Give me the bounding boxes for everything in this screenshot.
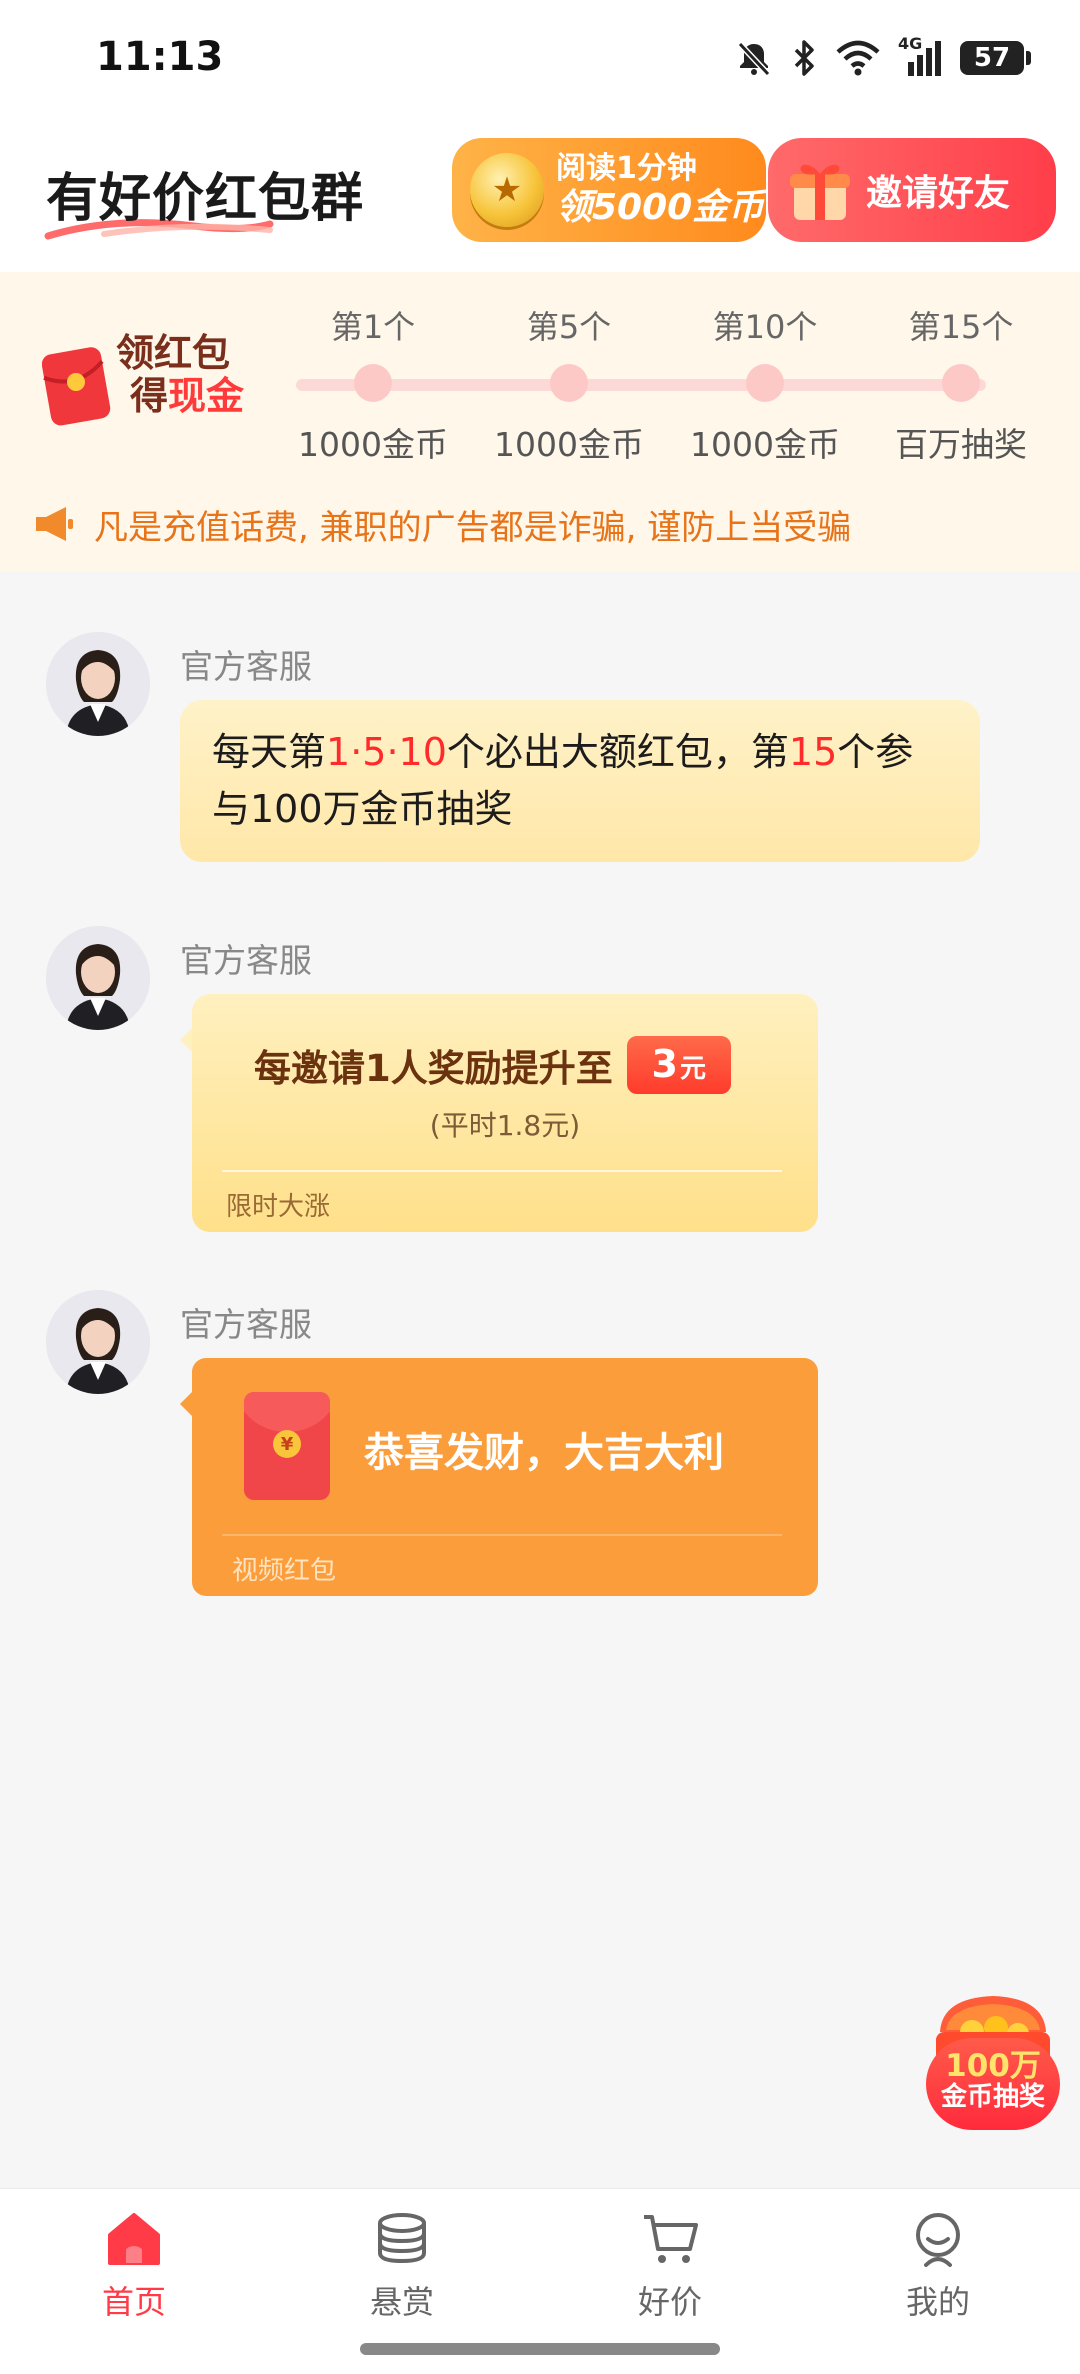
sender-name: 官方客服 xyxy=(180,647,312,686)
lottery-text: 金币抽奖 xyxy=(940,2081,1045,2112)
battery-indicator: 57 xyxy=(960,41,1031,75)
progress-label-cash: 现金 xyxy=(168,373,245,418)
mute-icon xyxy=(737,41,771,77)
lottery-float-button[interactable]: 100万 金币抽奖 xyxy=(922,1992,1064,2134)
card-divider xyxy=(222,1534,782,1536)
avatar[interactable] xyxy=(46,632,150,736)
milestone-reward: 1000金币 xyxy=(690,425,840,464)
avatar[interactable] xyxy=(46,1290,150,1394)
card-tag: 限时大涨 xyxy=(226,1192,331,1222)
coins-icon xyxy=(378,2213,426,2264)
reward-amount-badge: 3元 xyxy=(626,1036,731,1094)
gold-coin-icon: ★ xyxy=(470,153,544,227)
cart-icon xyxy=(644,2215,698,2263)
red-envelope-icon: ¥ xyxy=(244,1392,330,1500)
status-time: 11:13 xyxy=(96,34,224,80)
lottery-amount: 100万 xyxy=(945,2048,1041,2084)
notice-text: 凡是充值话费, 兼职的广告都是诈骗, 谨防上当受骗 xyxy=(94,507,852,548)
home-icon xyxy=(108,2213,160,2265)
milestone-1: 第1个 1000金币 xyxy=(293,302,453,466)
message-text: 每天第 xyxy=(212,730,327,774)
invite-reward-card[interactable]: 每邀请1人奖励提升至 3元 (平时1.8元) 限时大涨 xyxy=(180,994,818,1232)
milestone-dot xyxy=(746,364,784,402)
gift-icon xyxy=(790,164,850,220)
lottery-label: 100万 金币抽奖 xyxy=(926,2038,1060,2130)
bottom-nav: 首页 悬赏 好价 我的 xyxy=(0,2188,1080,2374)
milestone-15: 第15个 百万抽奖 xyxy=(881,302,1041,466)
milestone-title: 第5个 xyxy=(526,308,612,346)
read-reward-banner[interactable]: ★ 阅读1分钟 领5000金币 xyxy=(452,138,766,242)
card-divider xyxy=(222,1170,782,1172)
milestone-title: 第15个 xyxy=(908,308,1014,346)
progress-label-prefix: 得 xyxy=(130,373,169,418)
milestone-title: 第10个 xyxy=(712,308,818,346)
status-bar: 11:13 4G 57 xyxy=(0,0,1080,120)
progress-label: 领红包 得现金 xyxy=(116,332,244,417)
milestone-5: 第5个 1000金币 xyxy=(489,302,649,466)
avatar[interactable] xyxy=(46,926,150,1030)
invite-reward-text: 每邀请1人奖励提升至 xyxy=(254,1047,613,1090)
red-packet-icon xyxy=(42,347,111,426)
profile-icon xyxy=(916,2213,960,2267)
nav-item-bounty[interactable]: 悬赏 xyxy=(312,2209,492,2323)
redpacket-progress-section: 领红包 得现金 第1个 1000金币 第5个 1000金币 第10个 1000金… xyxy=(0,272,1080,572)
invite-friends-label: 邀请好友 xyxy=(866,173,1011,214)
message-highlight: 15 xyxy=(788,730,838,774)
page-title: 有好价红包群 xyxy=(46,169,365,229)
notice-bar: 凡是充值话费, 兼职的广告都是诈骗, 谨防上当受骗 xyxy=(34,494,851,554)
milestone-title: 第1个 xyxy=(330,308,416,346)
message-text: 个必出大额红包，第 xyxy=(446,730,789,774)
milestone-dot xyxy=(550,364,588,402)
bluetooth-icon xyxy=(794,40,814,76)
wifi-icon xyxy=(836,40,880,76)
home-indicator[interactable] xyxy=(360,2343,720,2355)
signal-icon: 4G xyxy=(898,34,942,78)
status-icons: 4G 57 xyxy=(734,34,1031,80)
yen-coin-icon: ¥ xyxy=(273,1430,301,1458)
message-highlight: 1·5·10 xyxy=(326,730,447,774)
usual-reward-note: (平时1.8元) xyxy=(429,1109,581,1142)
nav-item-profile[interactable]: 我的 xyxy=(848,2209,1028,2323)
video-red-packet-card[interactable]: ¥ 恭喜发财，大吉大利 视频红包 xyxy=(180,1358,818,1596)
milestone-dot xyxy=(354,364,392,402)
message-bubble: 每天第1·5·10个必出大额红包，第15个参与100万金币抽奖 xyxy=(180,700,980,862)
sender-name: 官方客服 xyxy=(180,1305,312,1344)
nav-label: 首页 xyxy=(101,2283,166,2321)
megaphone-icon xyxy=(36,507,73,541)
nav-item-home[interactable]: 首页 xyxy=(44,2209,224,2323)
nav-item-deals[interactable]: 好价 xyxy=(580,2209,760,2323)
card-tag: 视频红包 xyxy=(232,1556,337,1586)
packet-greeting: 恭喜发财，大吉大利 xyxy=(364,1430,724,1476)
invite-friends-button[interactable]: 邀请好友 xyxy=(768,138,1056,242)
milestone-reward: 1000金币 xyxy=(298,425,448,464)
header: 有好价红包群 ★ 阅读1分钟 领5000金币 邀请好友 xyxy=(0,120,1080,272)
read-promo-line1: 阅读1分钟 xyxy=(556,151,697,187)
sender-name: 官方客服 xyxy=(180,941,312,980)
nav-label: 好价 xyxy=(637,2283,702,2321)
milestone-reward: 百万抽奖 xyxy=(895,425,1027,464)
milestone-10: 第10个 1000金币 xyxy=(685,302,845,466)
nav-label: 悬赏 xyxy=(369,2283,434,2321)
milestone-dot xyxy=(942,364,980,402)
milestone-reward: 1000金币 xyxy=(494,425,644,464)
nav-label: 我的 xyxy=(905,2283,970,2321)
progress-label-line1: 领红包 xyxy=(116,331,231,375)
read-promo-line2: 领5000金币 xyxy=(556,186,765,228)
reward-amount: 3 xyxy=(651,1042,678,1086)
reward-unit: 元 xyxy=(679,1054,706,1084)
